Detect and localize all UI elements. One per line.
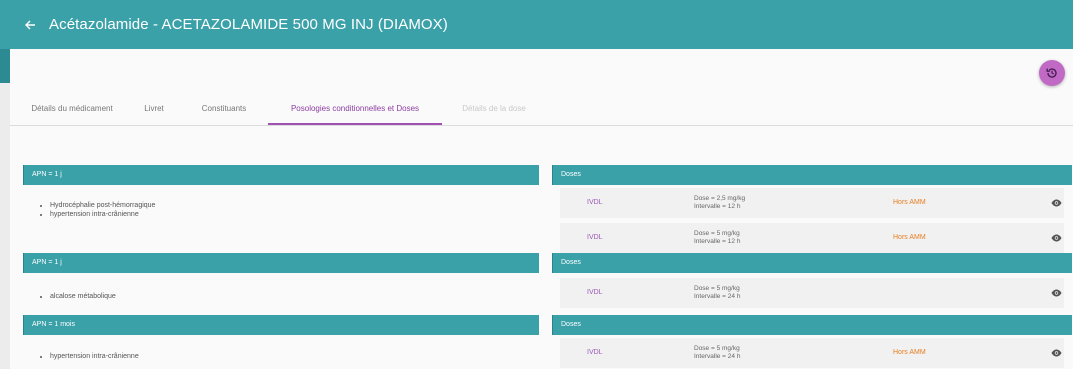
indication-list: hypertension intra-crânienne	[36, 352, 139, 361]
tab-livret[interactable]: Livret	[138, 93, 170, 125]
dose-interval: Intervalle = 24 h	[694, 293, 741, 300]
route-label: IVDL	[587, 199, 603, 206]
tab-details-dose: Détails de la dose	[462, 104, 526, 113]
indication-item: hypertension intra-crânienne	[50, 210, 155, 219]
dose-value: Dose = 5 mg/kg	[694, 230, 740, 237]
route-label: IVDL	[587, 289, 603, 296]
app-header: Acétazolamide - ACETAZOLAMIDE 500 MG INJ…	[0, 0, 1073, 49]
eye-icon[interactable]	[1051, 199, 1062, 207]
history-icon	[1046, 68, 1057, 78]
left-accent-strip	[0, 49, 10, 83]
dose-details: Dose = 2,5 mg/kg Intervalle = 12 h	[694, 195, 745, 211]
route-label: IVDL	[587, 234, 603, 241]
dose-interval: Intervalle = 12 h	[694, 203, 741, 210]
indication-item: hypertension intra-crânienne	[50, 352, 139, 361]
dose-row[interactable]: IVDL Dose = 2,5 mg/kg Intervalle = 12 h …	[560, 188, 1064, 218]
dose-row[interactable]: IVDL Dose = 5 mg/kg Intervalle = 24 h Ho…	[560, 338, 1064, 368]
off-label-badge: Hors AMM	[893, 199, 926, 206]
tab-details-medicament[interactable]: Détails du médicament	[22, 93, 122, 125]
tab-bar: Détails du médicament Livret Constituant…	[10, 93, 1073, 126]
dose-interval: Intervalle = 12 h	[694, 238, 741, 245]
dose-value: Dose = 5 mg/kg	[694, 345, 740, 352]
route-label: IVDL	[587, 349, 603, 356]
indication-list: alcalose métabolique	[36, 292, 116, 301]
dose-details: Dose = 5 mg/kg Intervalle = 24 h	[694, 285, 740, 301]
condition-header: APN = 1 j	[23, 165, 539, 185]
indication-item: Hydrocéphalie post-hémorragique	[50, 201, 155, 210]
eye-icon[interactable]	[1051, 289, 1062, 297]
dose-value: Dose = 5 mg/kg	[694, 285, 740, 292]
eye-icon[interactable]	[1051, 349, 1062, 357]
dose-interval: Intervalle = 24 h	[694, 353, 741, 360]
eye-icon[interactable]	[1051, 234, 1062, 242]
off-label-badge: Hors AMM	[893, 349, 926, 356]
condition-header: APN = 1 mois	[23, 315, 539, 335]
dose-row[interactable]: IVDL Dose = 5 mg/kg Intervalle = 12 h Ho…	[560, 223, 1064, 253]
back-button[interactable]	[19, 14, 41, 36]
dose-row[interactable]: IVDL Dose = 5 mg/kg Intervalle = 24 h	[560, 278, 1064, 308]
dose-value: Dose = 2,5 mg/kg	[694, 195, 746, 202]
off-label-badge: Hors AMM	[893, 234, 926, 241]
dose-details: Dose = 5 mg/kg Intervalle = 24 h	[694, 345, 740, 361]
history-button[interactable]	[1039, 60, 1065, 86]
doses-header: Doses	[552, 253, 1072, 273]
indication-item: alcalose métabolique	[50, 292, 116, 301]
arrow-left-icon	[25, 20, 35, 29]
tab-posologies-doses[interactable]: Posologies conditionnelles et Doses	[268, 93, 442, 125]
condition-header: APN = 1 j	[23, 253, 539, 273]
tab-constituants[interactable]: Constituants	[194, 93, 254, 125]
page-title: Acétazolamide - ACETAZOLAMIDE 500 MG INJ…	[49, 16, 448, 33]
dose-details: Dose = 5 mg/kg Intervalle = 12 h	[694, 230, 740, 246]
doses-header: Doses	[552, 315, 1072, 335]
doses-header: Doses	[552, 165, 1072, 185]
indication-list: Hydrocéphalie post-hémorragique hyperten…	[36, 201, 155, 219]
